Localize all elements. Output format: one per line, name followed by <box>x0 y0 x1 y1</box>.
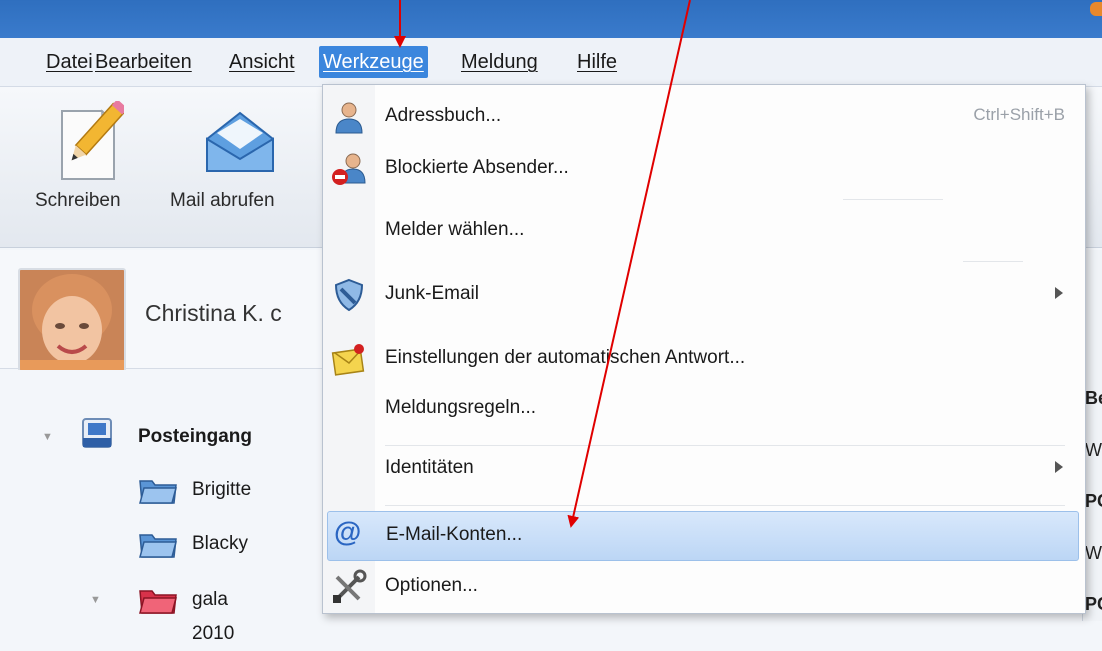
avatar[interactable] <box>18 268 126 372</box>
pencil-paper-icon <box>61 101 124 180</box>
menu-item-label: Meldungsregeln... <box>385 397 537 418</box>
menu-item-label: Junk-Email <box>385 283 479 304</box>
at-sign-icon: @ <box>334 516 362 547</box>
avatar-photo <box>20 270 124 370</box>
submenu-arrow-icon <box>1055 287 1063 299</box>
menu-item-label: Identitäten <box>385 457 474 478</box>
folder-icon <box>139 480 177 504</box>
title-bar <box>0 0 1102 38</box>
menu-item-label: Optionen... <box>385 575 478 596</box>
menu-item-automatische-antwort[interactable]: Einstellungen der automatischen Antwort.… <box>323 333 1085 385</box>
get-mail-button[interactable]: Mail abrufen <box>165 87 315 247</box>
get-mail-label: Mail abrufen <box>170 190 275 211</box>
junk-email-shield-icon <box>334 278 364 312</box>
row-fragment: W <box>1085 440 1102 460</box>
menu-item-melder-waehlen[interactable]: Melder wählen... <box>323 205 1085 257</box>
submenu-arrow-icon <box>1055 461 1063 473</box>
folder-label: Posteingang <box>138 426 253 447</box>
menu-item-meldungsregeln[interactable]: Meldungsregeln... <box>323 383 1085 435</box>
profile-header: Christina K. c <box>0 250 330 372</box>
menu-item-e-mail-konten[interactable]: @ E-Mail-Konten... <box>327 511 1079 561</box>
compose-button[interactable]: Schreiben <box>30 87 150 247</box>
folder-label: gala 2010 <box>192 589 235 644</box>
folder-icon <box>139 534 177 558</box>
menu-item-label: Adressbuch... <box>385 105 502 126</box>
menu-hilfe[interactable]: Hilfe <box>573 46 621 78</box>
expand-arrow-icon[interactable]: ▼ <box>90 583 101 617</box>
compose-label: Schreiben <box>35 190 121 211</box>
menu-meldung[interactable]: Meldung <box>457 46 542 78</box>
expand-arrow-icon[interactable]: ▼ <box>42 420 53 454</box>
menu-ansicht[interactable]: Ansicht <box>225 46 299 78</box>
profile-name: Christina K. c <box>145 300 282 326</box>
folder-label: Brigitte <box>192 479 252 500</box>
envelope-icon <box>206 111 274 172</box>
row-fragment: W <box>1085 543 1102 563</box>
menu-item-identitaeten[interactable]: Identitäten <box>323 443 1085 495</box>
menu-item-adressbuch[interactable]: Adressbuch... Ctrl+Shift+B <box>323 91 1085 143</box>
shortcut-label: Ctrl+Shift+B <box>973 105 1065 124</box>
auto-reply-envelope-icon <box>331 344 365 376</box>
tools-options-icon <box>333 569 367 603</box>
menu-item-label: Melder wählen... <box>385 219 525 240</box>
menu-separator <box>385 505 1065 506</box>
tools-menu-dropdown: Adressbuch... Ctrl+Shift+B Blockierte Ab… <box>322 84 1086 614</box>
row-fragment: PC <box>1085 594 1102 614</box>
menu-separator <box>963 261 1023 262</box>
menu-werkzeuge[interactable]: Werkzeuge <box>319 46 428 78</box>
menu-item-label: E-Mail-Konten... <box>386 524 523 545</box>
inbox-icon <box>82 418 112 448</box>
folder-tree: ▼ Posteingang Brigitte Blacky ▼ gala 201… <box>0 370 330 644</box>
red-folder-icon <box>139 590 177 614</box>
row-fragment: PC <box>1085 491 1102 511</box>
menu-bar: Datei Bearbeiten Ansicht Werkzeuge Meldu… <box>0 38 1102 87</box>
column-header-fragment: Be <box>1085 388 1102 408</box>
folder-label: Blacky <box>192 533 248 554</box>
menu-item-blockierte-absender[interactable]: Blockierte Absender... <box>323 143 1085 195</box>
menu-separator <box>843 199 943 200</box>
menu-item-label: Blockierte Absender... <box>385 157 569 178</box>
menu-item-optionen[interactable]: Optionen... <box>323 561 1085 613</box>
menu-bearbeiten[interactable]: Bearbeiten <box>91 46 196 78</box>
blocked-senders-icon <box>332 153 366 185</box>
menu-datei[interactable]: Datei <box>42 46 97 78</box>
address-book-icon <box>335 102 363 134</box>
menu-item-label: Einstellungen der automatischen Antwort.… <box>385 347 746 368</box>
app-corner-icon <box>1090 2 1102 16</box>
menu-item-junk-email[interactable]: Junk-Email <box>323 269 1085 321</box>
